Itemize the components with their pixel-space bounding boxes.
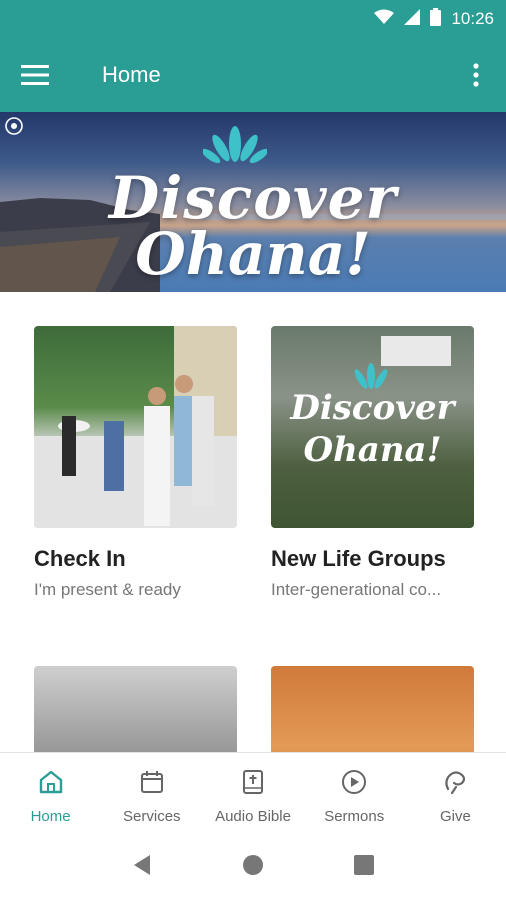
wifi-icon — [374, 9, 395, 30]
system-navigation — [0, 834, 506, 900]
overlay-title-line1: Discover — [290, 388, 455, 428]
card-subtitle: I'm present & ready — [34, 580, 181, 599]
nav-label: Audio Bible — [215, 808, 291, 825]
recents-icon[interactable] — [354, 854, 374, 880]
nav-label: Services — [123, 808, 181, 825]
status-bar: 10:26 — [0, 0, 506, 38]
hero-banner[interactable]: Discover Ohana! — [0, 112, 506, 292]
nav-home[interactable]: Home — [0, 753, 101, 834]
nav-sermons[interactable]: Sermons — [304, 753, 405, 834]
page-title: Home — [102, 62, 161, 87]
check-in-image — [34, 326, 237, 528]
nav-label: Sermons — [324, 808, 385, 825]
card-title: New Life Groups — [271, 546, 446, 571]
nav-audio-bible[interactable]: Audio Bible — [202, 753, 303, 834]
nav-label: Home — [30, 808, 71, 825]
nav-label: Give — [439, 808, 471, 825]
hero-title-line2: Ohana! — [135, 220, 371, 288]
more-options-icon[interactable] — [464, 58, 488, 92]
bottom-navigation: Home Services Audio Bible Sermons Give — [0, 752, 506, 834]
give-icon — [442, 769, 468, 800]
nav-services[interactable]: Services — [101, 753, 202, 834]
status-time: 10:26 — [451, 9, 494, 28]
bible-icon — [240, 769, 266, 800]
menu-icon[interactable] — [0, 38, 70, 112]
overlay-title-line2: Ohana! — [303, 430, 442, 470]
card-check-in[interactable]: Check In I'm present & ready — [34, 326, 237, 600]
home-circle-icon[interactable] — [242, 854, 264, 881]
play-icon — [341, 769, 367, 800]
app-badge-icon — [5, 117, 23, 135]
calendar-icon — [139, 769, 165, 800]
home-icon — [38, 769, 64, 800]
card-title: Check In — [34, 546, 126, 571]
signal-icon — [404, 8, 421, 30]
new-life-groups-image: Discover Ohana! — [271, 326, 474, 528]
back-icon[interactable] — [132, 854, 152, 881]
card-subtitle: Inter-generational co... — [271, 580, 442, 599]
card-new-life-groups[interactable]: Discover Ohana! New Life Groups Inter-ge… — [271, 326, 474, 600]
nav-give[interactable]: Give — [405, 753, 506, 834]
battery-icon — [430, 7, 442, 31]
app-bar: Home — [0, 38, 506, 112]
